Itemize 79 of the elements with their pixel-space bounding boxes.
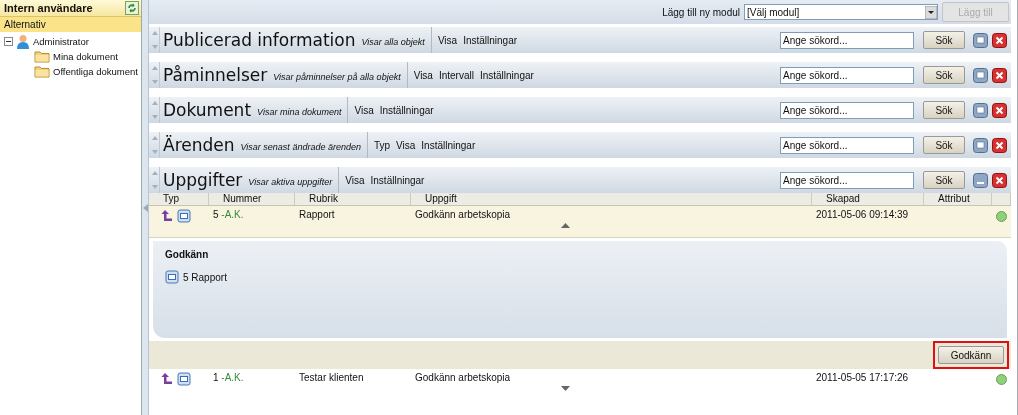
module-link[interactable]: Intervall [438,69,474,81]
date-cell-text: 2011-05-06 09:14:39 [815,208,910,222]
close-icon[interactable] [992,137,1007,153]
module-link[interactable]: Visa [413,69,433,81]
expand-icon[interactable] [560,386,570,391]
table-cell-text: Rapport [298,208,336,222]
module-link[interactable]: Inställningar [421,139,476,151]
module-link[interactable]: Typ [373,139,391,151]
user-icon [16,33,30,50]
search-field[interactable]: Ange sökord... [780,66,914,84]
search-button[interactable]: Sök [923,31,965,49]
close-icon[interactable] [992,67,1007,83]
module-title: Ärenden [163,135,235,155]
module-link[interactable]: Visa [354,104,374,116]
module-subtitle: Visar aktiva uppgifter [248,177,333,187]
module-subtitle: Visar mina dokument [257,107,342,117]
detail-heading: Godkänn [165,249,210,260]
close-icon[interactable] [992,102,1007,118]
approve-button[interactable]: Godkänn [938,346,1004,364]
module-link[interactable]: Inställningar [479,69,534,81]
return-arrow-icon [161,209,173,222]
search-button[interactable]: Sök [923,171,965,189]
date-cell-text: 2011-05-05 17:17:26 [815,371,910,385]
table-cell-text: Godkänn arbetskopia [414,371,512,385]
module-subtitle: Visar alla objekt [361,37,425,47]
restore-icon[interactable] [973,137,988,153]
table-cell-text: Godkänn arbetskopia [414,208,512,222]
document-icon [177,372,191,386]
collapse-icon[interactable] [560,223,570,228]
refresh-icon[interactable] [125,1,140,15]
module-title: Uppgifter [163,170,243,190]
tree-item[interactable]: Administrator [33,36,89,47]
search-button[interactable]: Sök [923,136,965,154]
module-subtitle: Visar senast ändrade ärenden [240,142,361,152]
tree-item[interactable]: Mina dokument [53,51,118,62]
restore-icon[interactable] [973,32,988,48]
sidebar-title: Intern användare [4,2,93,14]
module-title: Påminnelser [163,65,268,85]
document-icon [165,270,179,284]
folder-icon [34,65,50,78]
column-header[interactable]: Uppgift [411,193,812,205]
module-link[interactable]: Visa [437,34,458,46]
module-select[interactable]: [Välj modul] [744,4,938,20]
minimize-icon[interactable] [973,172,988,188]
column-header[interactable]: Rubrik [295,193,411,205]
module-link[interactable]: Visa [396,139,416,151]
return-arrow-icon [161,372,173,385]
module-subtitle: Visar påminnelser på alla objekt [273,72,401,82]
module-link[interactable]: Inställningar [463,34,518,46]
number-cell-text: 5 -A.K. [212,208,245,222]
column-header[interactable]: Typ [149,193,209,205]
column-header[interactable]: Nummer [209,193,295,205]
search-field[interactable]: Ange sökord... [780,31,914,49]
column-header[interactable]: Skapad [812,193,924,205]
close-icon[interactable] [992,32,1007,48]
table-cell-text: Testar klienten [298,371,365,385]
folder-icon [34,50,50,63]
document-icon [177,209,191,223]
module-link[interactable]: Inställningar [379,104,434,116]
search-field[interactable]: Ange sökord... [780,101,914,119]
close-icon[interactable] [992,172,1007,188]
module-title: Dokument [163,100,252,120]
module-link[interactable]: Visa [345,174,365,186]
dropdown-arrow-icon[interactable] [925,5,937,19]
restore-icon[interactable] [973,102,988,118]
search-field[interactable]: Ange sökord... [780,171,914,189]
restore-icon[interactable] [973,67,988,83]
search-field[interactable]: Ange sökord... [780,136,914,154]
collapse-toggle[interactable] [4,37,13,46]
column-header[interactable]: Attribut [924,193,992,205]
add-module-label: Lägg till ny modul [662,6,740,18]
module-link[interactable]: Inställningar [370,174,425,186]
module-title: Publicerad information [163,30,356,50]
search-button[interactable]: Sök [923,66,965,84]
search-button[interactable]: Sök [923,101,965,119]
section-header: Alternativ [0,17,142,32]
number-cell-text: 1 -A.K. [212,371,245,385]
document-link[interactable]: 5 Rapport [183,271,227,283]
tree-item[interactable]: Offentliga dokument [53,66,138,77]
